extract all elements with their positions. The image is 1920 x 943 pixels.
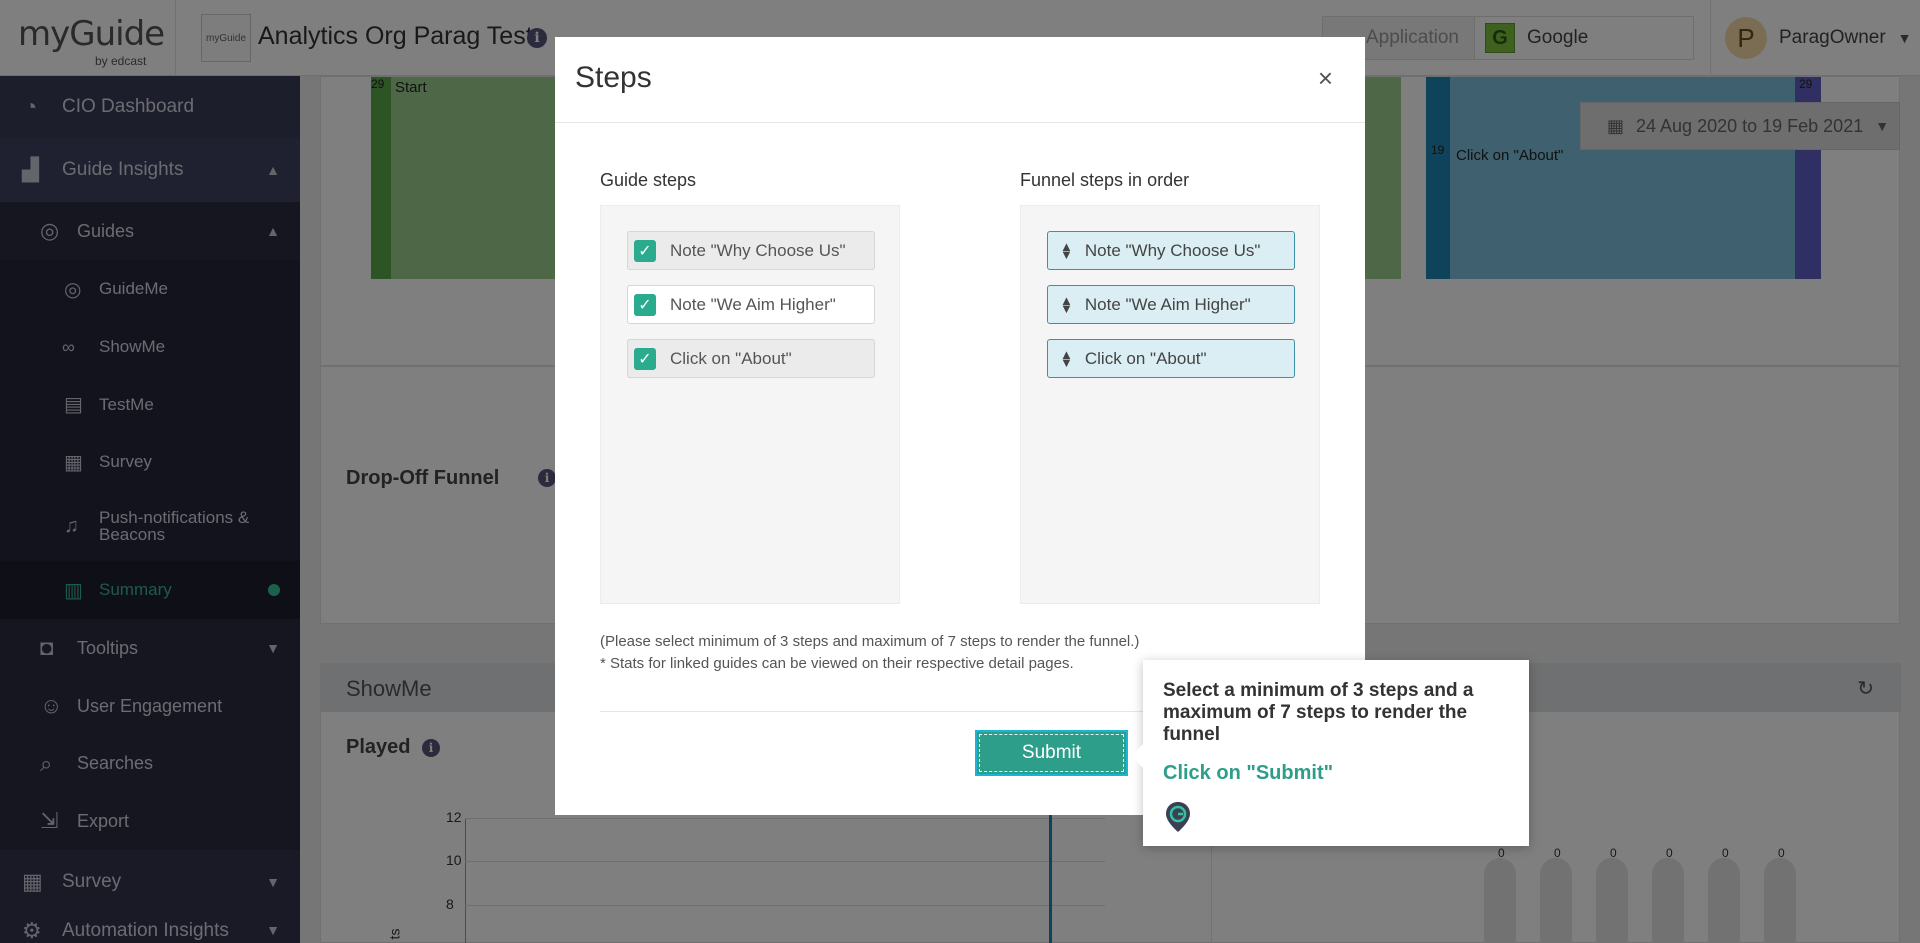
submit-button[interactable]: Submit bbox=[975, 730, 1128, 776]
checkbox-checked-icon[interactable]: ✓ bbox=[634, 293, 656, 316]
funnel-step-item[interactable]: ▲ ▼ Note "We Aim Higher" bbox=[1047, 285, 1295, 324]
guide-step-label: Note "Why Choose Us" bbox=[670, 240, 846, 260]
drag-handle-icon[interactable]: ▲ ▼ bbox=[1060, 240, 1073, 260]
checkbox-checked-icon[interactable]: ✓ bbox=[634, 347, 656, 370]
tooltip-action: Click on "Submit" bbox=[1163, 762, 1334, 784]
guide-step-item[interactable]: ✓ Note "Why Choose Us" bbox=[627, 231, 875, 270]
checkbox-checked-icon[interactable]: ✓ bbox=[634, 239, 656, 262]
funnel-step-label: Click on "About" bbox=[1084, 348, 1207, 368]
guide-steps-title: Guide steps bbox=[600, 170, 697, 190]
guide-step-label: Note "We Aim Higher" bbox=[670, 294, 836, 314]
guide-step-item[interactable]: ✓ Note "We Aim Higher" bbox=[627, 285, 875, 324]
funnel-step-item[interactable]: ▲ ▼ Note "Why Choose Us" bbox=[1047, 231, 1295, 270]
drag-handle-icon[interactable]: ▲ ▼ bbox=[1060, 348, 1073, 368]
drag-handle-icon[interactable]: ▲ ▼ bbox=[1060, 294, 1073, 314]
guide-steps-list: ✓ Note "Why Choose Us" ✓ Note "We Aim Hi… bbox=[600, 205, 900, 604]
funnel-steps-title: Funnel steps in order bbox=[1020, 170, 1190, 190]
funnel-step-item[interactable]: ▲ ▼ Click on "About" bbox=[1047, 339, 1295, 378]
guide-step-label: Click on "About" bbox=[670, 348, 792, 368]
selection-note: (Please select minimum of 3 steps and ma… bbox=[600, 633, 1140, 650]
funnel-step-label: Note "We Aim Higher" bbox=[1084, 294, 1251, 314]
modal-title: Steps bbox=[575, 61, 652, 94]
funnel-steps-list: ▲ ▼ Note "Why Choose Us" ▲ ▼ Note "We Aim … bbox=[1020, 205, 1320, 604]
myguide-pin-icon bbox=[1163, 800, 1193, 839]
guide-tooltip: Select a minimum of 3 steps and a maximu… bbox=[1131, 660, 1529, 846]
linked-guides-note: * Stats for linked guides can be viewed … bbox=[600, 655, 1074, 672]
funnel-step-label: Note "Why Choose Us" bbox=[1084, 240, 1261, 260]
tooltip-message: Select a minimum of 3 steps and a maximu… bbox=[1163, 680, 1474, 745]
guide-step-item[interactable]: ✓ Click on "About" bbox=[627, 339, 875, 378]
modal-header: Steps × bbox=[555, 37, 1365, 123]
close-icon[interactable]: × bbox=[1318, 63, 1333, 94]
